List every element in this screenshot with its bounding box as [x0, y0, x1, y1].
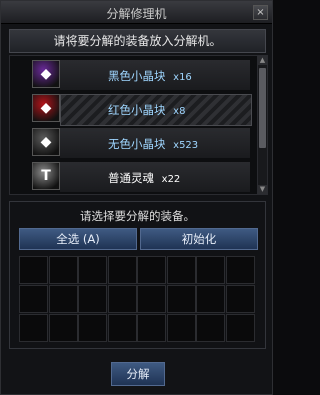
equipment-slot-grid	[19, 256, 257, 342]
equipment-slot[interactable]	[19, 285, 48, 313]
item-name: 黑色小晶块	[108, 69, 166, 83]
item-count: x22	[161, 174, 181, 185]
list-item[interactable]: ◆ 无色小晶块 x523	[10, 126, 257, 160]
equipment-slot[interactable]	[19, 314, 48, 342]
equipment-slot[interactable]	[225, 285, 255, 313]
decompose-repair-window: 分解修理机 × 请将要分解的装备放入分解机。 ◆ 黑色小晶块 x16 ◆ 红色小…	[0, 0, 273, 395]
equipment-slot[interactable]	[78, 314, 107, 342]
equipment-slot[interactable]	[78, 285, 107, 313]
equipment-slot[interactable]	[137, 256, 166, 284]
item-count: x16	[173, 72, 192, 83]
list-item-label: 普通灵魂 x22	[108, 170, 180, 186]
soul-icon: T	[32, 162, 60, 190]
decompose-button[interactable]: 分解	[111, 362, 165, 386]
icon-glyph: ◆	[40, 134, 52, 150]
item-count: x523	[173, 140, 199, 151]
equipment-slot[interactable]	[166, 314, 196, 342]
equipment-slot[interactable]	[107, 256, 137, 284]
window-title: 分解修理机	[106, 7, 167, 21]
instruction-text: 请将要分解的装备放入分解机。	[9, 29, 266, 53]
equipment-slot[interactable]	[137, 314, 166, 342]
equipment-slot[interactable]	[48, 314, 78, 342]
equipment-slot[interactable]	[107, 285, 137, 313]
icon-glyph: ◆	[40, 66, 52, 82]
item-name: 普通灵魂	[108, 171, 154, 185]
equipment-slot[interactable]	[166, 256, 196, 284]
select-all-button[interactable]: 全选 (A)	[19, 228, 137, 250]
equipment-slot[interactable]	[166, 285, 196, 313]
list-item[interactable]: T 普通灵魂 x22	[10, 160, 257, 194]
icon-glyph: ◆	[40, 100, 52, 116]
scroll-up-icon[interactable]: ▲	[258, 56, 267, 65]
equipment-slot[interactable]	[48, 256, 78, 284]
equipment-slot[interactable]	[48, 285, 78, 313]
list-item-label: 黑色小晶块 x16	[108, 68, 192, 84]
gray-crystal-icon: ◆	[32, 128, 60, 156]
equipment-select-panel: 请选择要分解的装备。 全选 (A) 初始化	[9, 201, 266, 349]
equipment-slot[interactable]	[78, 256, 107, 284]
list-scrollbar[interactable]: ▲ ▼	[257, 55, 268, 195]
red-crystal-icon: ◆	[32, 94, 60, 122]
equipment-slot[interactable]	[196, 314, 225, 342]
material-list: ◆ 黑色小晶块 x16 ◆ 红色小晶块 x8 ◆ 无色小晶块 x523 T 普通…	[9, 55, 258, 195]
title-bar[interactable]: 分解修理机 ×	[1, 1, 272, 24]
equipment-slot[interactable]	[196, 256, 225, 284]
reset-button[interactable]: 初始化	[140, 228, 258, 250]
list-item-label: 红色小晶块 x8	[108, 102, 185, 118]
equipment-slot[interactable]	[137, 285, 166, 313]
purple-crystal-icon: ◆	[32, 60, 60, 88]
scroll-thumb[interactable]	[259, 68, 266, 148]
equipment-slot[interactable]	[196, 285, 225, 313]
item-name: 红色小晶块	[108, 103, 166, 117]
equipment-slot[interactable]	[225, 256, 255, 284]
bottom-bar: 分解	[1, 354, 272, 394]
equipment-slot[interactable]	[225, 314, 255, 342]
scroll-down-icon[interactable]: ▼	[258, 185, 267, 194]
select-prompt: 请选择要分解的装备。	[80, 209, 195, 223]
list-item-label: 无色小晶块 x523	[108, 136, 198, 152]
list-item[interactable]: ◆ 红色小晶块 x8	[10, 92, 257, 126]
equipment-slot[interactable]	[19, 256, 48, 284]
close-icon[interactable]: ×	[253, 5, 268, 20]
item-count: x8	[173, 106, 186, 117]
item-name: 无色小晶块	[108, 137, 166, 151]
equipment-slot[interactable]	[107, 314, 137, 342]
icon-glyph: T	[41, 168, 51, 184]
list-item[interactable]: ◆ 黑色小晶块 x16	[10, 58, 257, 92]
